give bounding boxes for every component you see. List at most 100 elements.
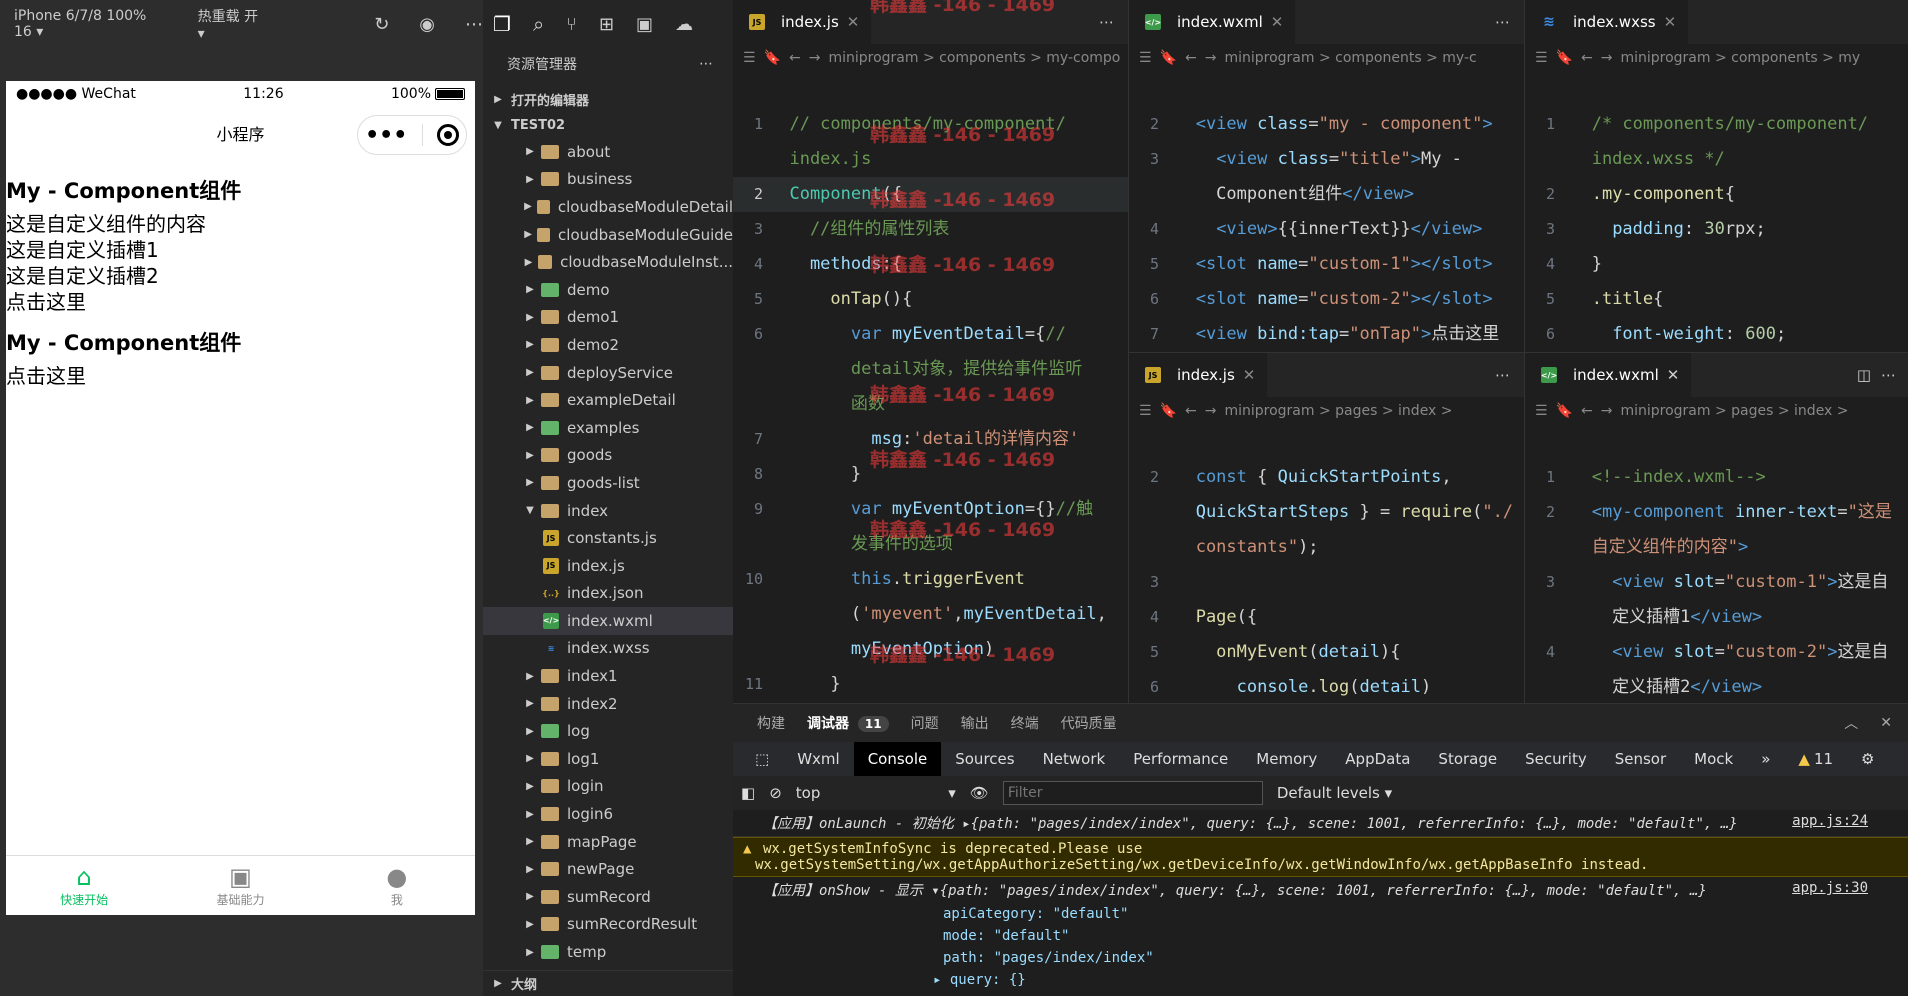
clear-console-icon[interactable]: ⊘ xyxy=(769,784,782,802)
more-dots-icon[interactable]: ••• xyxy=(365,123,407,148)
folder-item[interactable]: ▶ demo2 xyxy=(483,331,733,359)
chevron-icon[interactable]: ▶ xyxy=(523,477,537,488)
chevron-icon[interactable]: ▶ xyxy=(523,422,537,433)
tab-item[interactable]: ▣ 基础能力 xyxy=(162,856,318,915)
folder-item[interactable]: ▶ login6 xyxy=(483,800,733,828)
tab-code-quality[interactable]: 代码质量 xyxy=(1061,713,1117,733)
device-select[interactable]: iPhone 6/7/8 100% 16 ▾ xyxy=(14,8,168,40)
chevron-icon[interactable]: ▶ xyxy=(523,395,537,406)
context-select[interactable]: top ▾ xyxy=(796,784,956,802)
chevron-icon[interactable]: ▶ xyxy=(523,450,537,461)
split-editor-icon[interactable]: ◫ xyxy=(1857,366,1871,384)
tab-terminal[interactable]: 终端 xyxy=(1011,713,1039,733)
folder-item[interactable]: ▶ cloudbaseModuleDetail xyxy=(483,193,733,221)
code-area[interactable]: 1 // components/my-component/ index.js 2 … xyxy=(733,72,1128,703)
log-entry[interactable]: 【应用】onShow - 显示 ▾{path: "pages/index/ind… xyxy=(733,877,1908,903)
source-link[interactable]: app.js:30 xyxy=(1792,880,1868,896)
devtools-tab-performance[interactable]: Performance xyxy=(1119,742,1242,776)
chevron-icon[interactable]: ▶ xyxy=(523,947,537,958)
folder-item[interactable]: ▶ log xyxy=(483,717,733,745)
tab-build[interactable]: 构建 xyxy=(757,713,785,733)
tab-page-index-wxml[interactable]: </> index.wxml ✕ xyxy=(1525,353,1693,397)
tab-item[interactable]: ⌂ 快速开始 xyxy=(6,856,162,915)
folder-item[interactable]: ▶ mapPage xyxy=(483,828,733,856)
folder-item[interactable]: ▶ demo xyxy=(483,276,733,304)
close-icon[interactable]: ✕ xyxy=(1243,366,1256,384)
outline-section[interactable]: ▶ 大纲 xyxy=(483,970,733,996)
sidebar-toggle-icon[interactable]: ◧ xyxy=(741,784,755,802)
devtools-tab-wxml[interactable]: Wxml xyxy=(783,742,854,776)
devtools-tab-storage[interactable]: Storage xyxy=(1424,742,1511,776)
chevron-icon[interactable]: ▶ xyxy=(523,919,537,930)
devtools-tab-appdata[interactable]: AppData xyxy=(1331,742,1424,776)
settings-icon[interactable]: ⚙ xyxy=(1847,742,1888,776)
file-item[interactable]: JS index.js xyxy=(483,552,733,580)
chevron-icon[interactable]: ▶ xyxy=(523,864,537,875)
chevron-icon[interactable]: ▶ xyxy=(523,726,537,737)
folder-item[interactable]: ▶ examples xyxy=(483,414,733,442)
eye-icon[interactable]: 👁 xyxy=(970,784,989,802)
folder-item[interactable]: ▶ cloudbaseModuleInst... xyxy=(483,248,733,276)
chevron-icon[interactable]: ▼ xyxy=(523,505,537,516)
refresh-icon[interactable]: ↻ xyxy=(374,14,389,35)
tab-item[interactable]: ● 我 xyxy=(319,856,475,915)
folder-item[interactable]: ▶ demo1 xyxy=(483,304,733,332)
chevron-icon[interactable]: ▶ xyxy=(523,836,537,847)
chevron-icon[interactable]: ▶ xyxy=(523,284,537,295)
chevron-icon[interactable]: ▶ xyxy=(523,891,537,902)
open-editors-section[interactable]: ▶ 打开的编辑器 xyxy=(483,86,733,112)
chevron-icon[interactable]: ▶ xyxy=(523,753,537,764)
project-section[interactable]: ▼ TEST02 xyxy=(483,112,733,138)
files-icon[interactable]: ❐ xyxy=(493,12,511,36)
hot-reload-toggle[interactable]: 热重载 开 ▾ xyxy=(198,6,265,42)
log-detail[interactable]: ▸ query: {} xyxy=(733,969,1908,991)
file-item[interactable]: ≋ index.wxss xyxy=(483,635,733,663)
file-item[interactable]: </> index.wxml xyxy=(483,607,733,635)
chevron-icon[interactable]: ▶ xyxy=(523,174,537,185)
chevron-icon[interactable]: ▶ xyxy=(523,201,533,212)
folder-item[interactable]: ▶ index2 xyxy=(483,690,733,718)
chevron-icon[interactable]: ▶ xyxy=(523,809,537,820)
tab-more-icon[interactable]: ⋯ xyxy=(1495,366,1510,384)
source-control-icon[interactable]: ⑂ xyxy=(566,14,577,35)
content-text[interactable]: 点击这里 xyxy=(6,363,475,389)
tab-debugger[interactable]: 调试器 11 xyxy=(807,713,889,733)
close-icon[interactable]: ✕ xyxy=(1664,13,1677,31)
inspect-icon[interactable]: ⬚ xyxy=(741,742,783,776)
folder-item[interactable]: ▶ temp xyxy=(483,938,733,966)
tab-output[interactable]: 输出 xyxy=(961,713,989,733)
kebab-menu-icon[interactable]: ⋮ xyxy=(1889,742,1908,776)
code-area[interactable]: 1 <!--index.wxml--> 2 <my-component inner… xyxy=(1525,425,1908,703)
chevron-icon[interactable]: ▶ xyxy=(523,229,533,240)
folder-item[interactable]: ▶ business xyxy=(483,166,733,194)
log-levels-select[interactable]: Default levels ▾ xyxy=(1277,784,1392,802)
chevron-icon[interactable]: ▶ xyxy=(523,698,537,709)
chevron-up-icon[interactable]: ︿ xyxy=(1844,713,1858,733)
cloud-icon[interactable]: ☁ xyxy=(675,14,693,35)
devtools-tab-sensor[interactable]: Sensor xyxy=(1601,742,1680,776)
folder-item[interactable]: ▶ exampleDetail xyxy=(483,386,733,414)
stop-icon[interactable]: ◉ xyxy=(419,14,435,35)
chevron-icon[interactable]: ▶ xyxy=(523,339,537,350)
devtools-tab-memory[interactable]: Memory xyxy=(1242,742,1331,776)
file-item[interactable]: JS constants.js xyxy=(483,524,733,552)
more-tabs-icon[interactable]: » xyxy=(1747,742,1784,776)
code-area[interactable]: 2 <view class="my - component"> 3 <view c… xyxy=(1129,72,1524,352)
folder-item[interactable]: ▶ deployService xyxy=(483,359,733,387)
filter-input[interactable] xyxy=(1002,781,1263,805)
folder-item[interactable]: ▶ login xyxy=(483,773,733,801)
close-target-icon[interactable] xyxy=(436,124,459,146)
folder-item[interactable]: ▶ about xyxy=(483,138,733,166)
capsule-menu[interactable]: ••• xyxy=(357,115,467,155)
tab-index-wxml[interactable]: </> index.wxml ✕ xyxy=(1129,0,1297,44)
file-item[interactable]: {..} index.json xyxy=(483,580,733,608)
tab-more-icon[interactable]: ⋯ xyxy=(1881,366,1896,384)
tab-index-js[interactable]: JS index.js ✕ xyxy=(733,0,873,44)
chevron-icon[interactable]: ▶ xyxy=(523,146,537,157)
folder-item[interactable]: ▶ cloudbaseModuleGuide xyxy=(483,221,733,249)
code-area[interactable]: 1 /* components/my-component/ index.wxss… xyxy=(1525,72,1908,352)
chevron-icon[interactable]: ▶ xyxy=(523,781,537,792)
folder-item[interactable]: ▶ newPage xyxy=(483,855,733,883)
chevron-icon[interactable]: ▶ xyxy=(523,257,534,268)
tab-page-index-js[interactable]: JS index.js ✕ xyxy=(1129,353,1269,397)
